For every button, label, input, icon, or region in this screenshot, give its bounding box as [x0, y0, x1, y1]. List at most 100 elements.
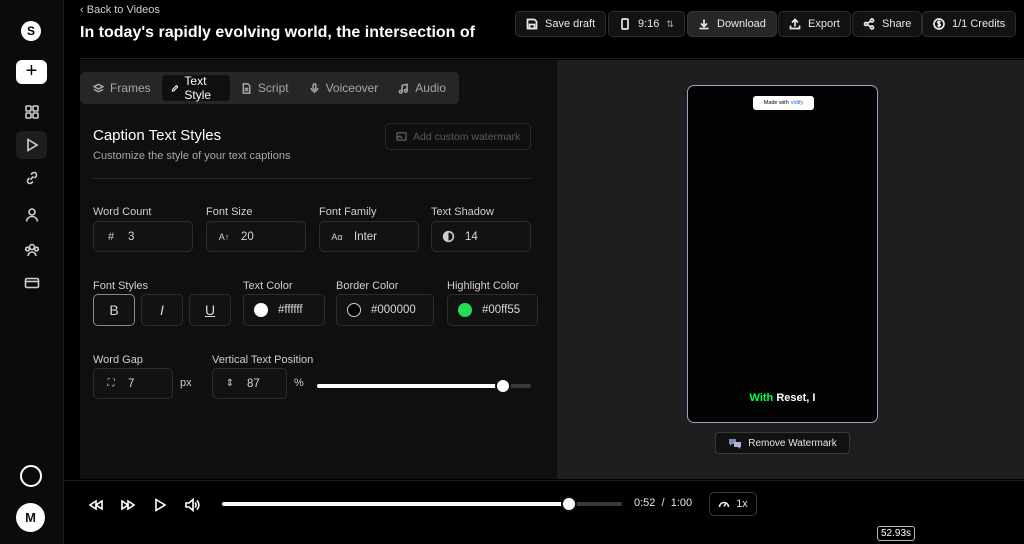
- progress-fill: [222, 502, 569, 506]
- text-shadow-input[interactable]: 14: [431, 221, 531, 252]
- highlight-color-picker[interactable]: #00ff55: [447, 294, 538, 326]
- dashboard-nav-button[interactable]: [16, 98, 47, 126]
- credits-button[interactable]: 1/1 Credits: [922, 11, 1017, 37]
- highlight-color-label: Highlight Color: [447, 280, 520, 292]
- font-family-icon: Aα: [331, 231, 343, 242]
- user-icon: [25, 208, 38, 222]
- download-button[interactable]: Download: [687, 11, 777, 37]
- back-label: Back to Videos: [86, 4, 160, 16]
- word-gap-unit: px: [180, 377, 192, 389]
- vertical-position-slider[interactable]: [317, 378, 531, 394]
- brand-text: vidify: [790, 100, 804, 106]
- export-button[interactable]: Export: [778, 11, 851, 37]
- section-subtitle: Customize the style of your text caption…: [93, 150, 291, 162]
- back-to-videos-link[interactable]: ‹ Back to Videos: [80, 4, 160, 16]
- time-display: 0:52 / 1:00: [634, 497, 692, 509]
- save-icon: [526, 18, 538, 30]
- chat-icon: [729, 439, 742, 449]
- preview-caption: With Reset, I: [688, 392, 877, 404]
- image-icon: [396, 132, 407, 141]
- video-preview[interactable]: Made with vidify With Reset, I: [687, 85, 878, 423]
- pen-icon: [171, 84, 179, 92]
- font-family-select[interactable]: Aα Inter: [319, 221, 419, 252]
- playback-progress-slider[interactable]: [222, 496, 622, 512]
- caption-highlight-word: With: [749, 392, 774, 404]
- save-draft-button[interactable]: Save draft: [515, 11, 607, 37]
- volume-button[interactable]: [183, 496, 201, 514]
- tab-voiceover[interactable]: Voiceover: [300, 75, 388, 101]
- total-time: 1:00: [670, 497, 693, 509]
- text-shadow-value: 14: [465, 230, 478, 243]
- mic-icon: [310, 82, 319, 93]
- videos-nav-button[interactable]: [16, 131, 47, 159]
- tab-label: Text Style: [184, 74, 212, 102]
- highlight-color-swatch: [458, 303, 472, 317]
- text-shadow-label: Text Shadow: [431, 206, 494, 218]
- vertical-position-value: 87: [247, 377, 260, 390]
- share-button[interactable]: Share: [852, 11, 923, 37]
- tab-text-style[interactable]: Text Style: [161, 74, 230, 102]
- profile-nav-button[interactable]: [16, 201, 47, 229]
- hash-icon: #: [107, 230, 115, 243]
- team-nav-button[interactable]: [16, 236, 47, 264]
- new-project-button[interactable]: +: [16, 60, 47, 84]
- font-family-value: Inter: [354, 230, 378, 243]
- volume-icon: [185, 497, 200, 513]
- grid-icon: [24, 105, 39, 119]
- fast-forward-button[interactable]: [119, 496, 137, 514]
- caption-text: Reset, I: [776, 392, 816, 404]
- app-logo[interactable]: S: [21, 21, 41, 41]
- billing-nav-button[interactable]: [16, 269, 47, 297]
- font-styles-label: Font Styles: [93, 280, 149, 292]
- shadow-icon: [442, 230, 455, 243]
- download-icon: [699, 19, 709, 30]
- layers-icon: [93, 83, 104, 93]
- italic-icon: I: [160, 302, 164, 318]
- speed-value: 1x: [736, 498, 748, 510]
- vertical-position-unit: %: [294, 377, 304, 389]
- user-avatar[interactable]: M: [16, 503, 45, 532]
- page-title: In today's rapidly evolving world, the i…: [80, 24, 475, 41]
- tab-script[interactable]: Script: [232, 75, 298, 101]
- status-ring-icon[interactable]: [20, 465, 42, 487]
- remove-watermark-button[interactable]: Remove Watermark: [715, 432, 850, 454]
- share-icon: [863, 18, 875, 30]
- play-button[interactable]: [151, 496, 169, 514]
- border-color-picker[interactable]: #000000: [336, 294, 434, 326]
- speedometer-icon: [718, 501, 730, 508]
- tab-frames[interactable]: Frames: [84, 75, 160, 101]
- font-size-input[interactable]: A↑ 20: [206, 221, 306, 252]
- upload-icon: [789, 18, 801, 30]
- play-icon: [155, 498, 167, 512]
- current-time: 0:52: [634, 497, 656, 509]
- word-gap-input[interactable]: ⛶ 7: [93, 368, 173, 399]
- text-color-picker[interactable]: #ffffff: [243, 294, 325, 326]
- credits-label: 1/1 Credits: [952, 18, 1006, 30]
- tab-label: Script: [257, 81, 289, 95]
- italic-toggle[interactable]: I: [141, 294, 183, 326]
- add-custom-watermark-button[interactable]: Add custom watermark: [385, 123, 531, 150]
- underline-icon: U: [204, 302, 216, 318]
- underline-toggle[interactable]: U: [189, 294, 231, 326]
- remove-watermark-label: Remove Watermark: [748, 437, 837, 449]
- rewind-button[interactable]: [87, 496, 105, 514]
- play-icon: [26, 138, 39, 152]
- tab-audio[interactable]: Audio: [389, 75, 455, 101]
- progress-handle[interactable]: [560, 496, 577, 512]
- word-count-value: 3: [128, 230, 135, 243]
- section-title: Caption Text Styles: [93, 127, 222, 144]
- font-size-label: Font Size: [206, 206, 253, 218]
- word-gap-value: 7: [128, 377, 135, 390]
- vertical-position-label: Vertical Text Position: [212, 354, 314, 366]
- word-count-input[interactable]: # 3: [93, 221, 193, 252]
- playback-speed-button[interactable]: 1x: [709, 492, 757, 516]
- aspect-ratio-select[interactable]: 9:16 ⇅: [608, 11, 685, 37]
- tab-label: Voiceover: [325, 81, 379, 95]
- links-nav-button[interactable]: [16, 164, 47, 192]
- slider-handle[interactable]: [495, 378, 512, 394]
- music-icon: [398, 82, 409, 94]
- bold-icon: B: [109, 302, 119, 318]
- bold-toggle[interactable]: B: [93, 294, 135, 326]
- vertical-position-input[interactable]: ⇕ 87: [212, 368, 287, 399]
- watermark-button-label: Add custom watermark: [413, 130, 521, 143]
